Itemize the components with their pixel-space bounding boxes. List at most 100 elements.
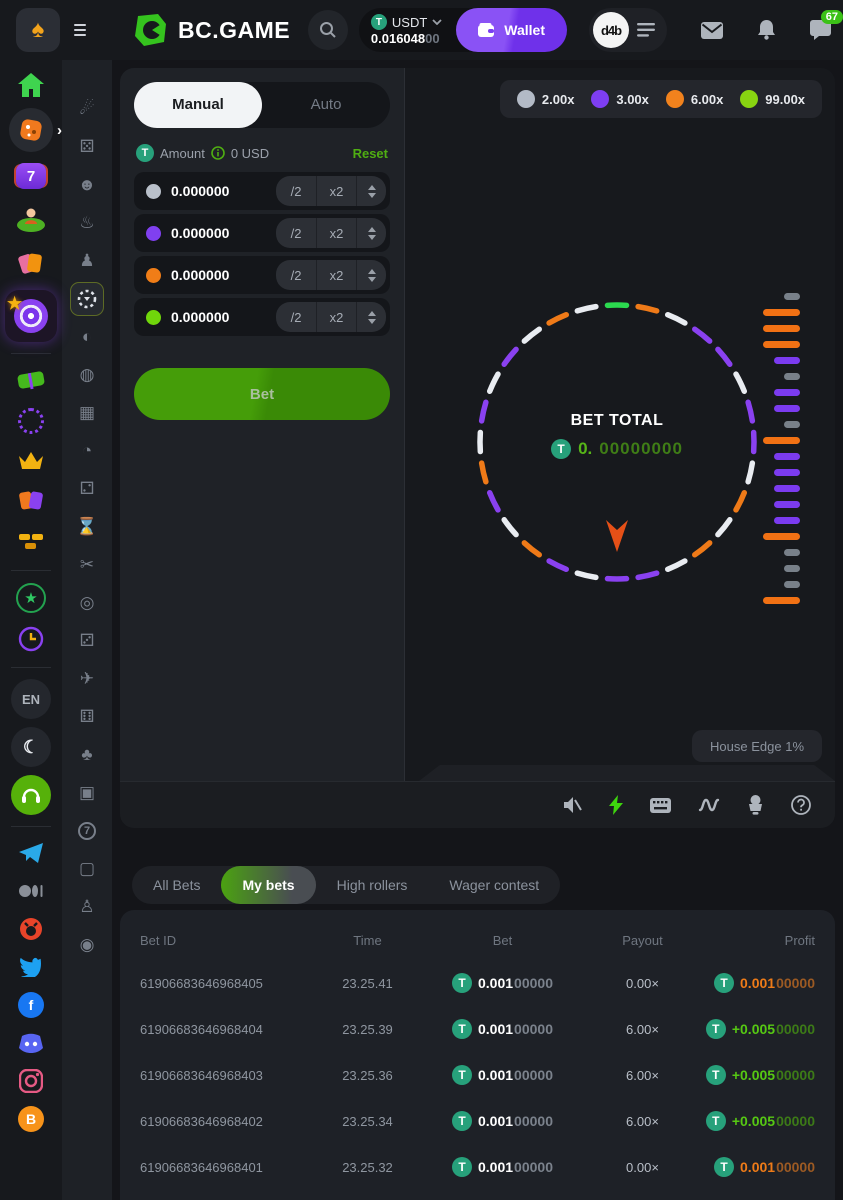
bets-tab-wager-contest[interactable]: Wager contest: [428, 866, 560, 904]
currency-selector[interactable]: T USDT 0.01604800: [359, 14, 456, 46]
sidebar-item-bitcointalk[interactable]: B: [0, 1100, 62, 1138]
game-item-monkey[interactable]: ☻: [62, 166, 112, 204]
search-button[interactable]: [308, 10, 348, 50]
half-bet-button[interactable]: /2: [276, 218, 316, 248]
double-bet-button[interactable]: x2: [316, 302, 356, 332]
step-up-icon[interactable]: [368, 227, 376, 232]
bonus-spade-button[interactable]: ♠: [16, 8, 60, 52]
bet-history-row[interactable]: 6190668364696840223.25.34T0.001000006.00…: [140, 1098, 815, 1144]
game-item-twist[interactable]: ◉: [62, 926, 112, 964]
double-bet-button[interactable]: x2: [316, 260, 356, 290]
double-bet-button[interactable]: x2: [316, 176, 356, 206]
live-stats-button[interactable]: [698, 797, 720, 813]
game-item-limbo[interactable]: ⌛: [62, 508, 112, 546]
bet-amount-input[interactable]: 0.000000: [171, 309, 229, 325]
game-item-plinko[interactable]: ♟: [62, 242, 112, 280]
tab-auto[interactable]: Auto: [262, 82, 390, 128]
half-bet-button[interactable]: /2: [276, 176, 316, 206]
sidebar-item-live-casino[interactable]: [0, 198, 62, 240]
game-item-fireball[interactable]: ♨: [62, 204, 112, 242]
bets-tab-all-bets[interactable]: All Bets: [132, 866, 221, 904]
bets-tab-my-bets[interactable]: My bets: [221, 866, 315, 904]
sidebar-item-language[interactable]: EN: [0, 675, 62, 723]
sidebar-item-promotions[interactable]: [0, 240, 62, 286]
wallet-button[interactable]: Wallet: [456, 8, 567, 52]
bets-tab-high-rollers[interactable]: High rollers: [316, 866, 429, 904]
step-down-icon[interactable]: [368, 193, 376, 198]
sidebar-item-discord[interactable]: [0, 1024, 62, 1062]
bet-amount-input[interactable]: 0.000000: [171, 225, 229, 241]
reset-button[interactable]: Reset: [353, 146, 388, 161]
hotkeys-button[interactable]: [650, 798, 671, 813]
sidebar-item-twitter[interactable]: [0, 948, 62, 986]
tournament-button[interactable]: [747, 795, 764, 815]
inbox-button[interactable]: [701, 22, 723, 39]
bcgame-logo[interactable]: BC.GAME: [132, 12, 290, 48]
bet-stepper[interactable]: [356, 260, 386, 290]
game-item-baccarat[interactable]: ◔: [62, 432, 112, 470]
game-item-hilo[interactable]: ✂: [62, 546, 112, 584]
game-item-wrestle[interactable]: ♙: [62, 888, 112, 926]
sidebar-item-medium[interactable]: [0, 872, 62, 910]
game-item-robot[interactable]: ▣: [62, 774, 112, 812]
game-item-wheel[interactable]: [62, 280, 112, 318]
bet-history-row[interactable]: 6190668364696840123.25.32T0.001000000.00…: [140, 1144, 815, 1190]
sound-toggle-button[interactable]: [562, 796, 582, 814]
game-item-roulette[interactable]: ◎: [62, 584, 112, 622]
bet-stepper[interactable]: [356, 176, 386, 206]
step-up-icon[interactable]: [368, 269, 376, 274]
game-item-video-poker[interactable]: ⚂: [62, 622, 112, 660]
turbo-toggle-button[interactable]: [609, 795, 623, 815]
sidebar-item-quests[interactable]: ★: [0, 578, 62, 618]
sidebar-item-slots[interactable]: 7: [0, 154, 62, 198]
bet-button[interactable]: Bet: [134, 368, 390, 420]
sidebar-item-cards[interactable]: [0, 481, 62, 521]
game-item-crash[interactable]: ☄: [62, 90, 112, 128]
sidebar-item-github[interactable]: [0, 910, 62, 948]
sidebar-item-spin[interactable]: [0, 401, 62, 441]
bet-history-row[interactable]: 6190668364696840323.25.36T0.001000006.00…: [140, 1052, 815, 1098]
bet-stepper[interactable]: [356, 218, 386, 248]
game-item-dice-duo[interactable]: ⚁: [62, 470, 112, 508]
bet-history-row[interactable]: 6190668364696840523.25.41T0.001000000.00…: [140, 960, 815, 1006]
sidebar-item-home[interactable]: [0, 64, 62, 106]
menu-toggle-button[interactable]: [74, 24, 86, 36]
step-up-icon[interactable]: [368, 185, 376, 190]
step-down-icon[interactable]: [368, 235, 376, 240]
game-item-keno[interactable]: ▦: [62, 394, 112, 432]
double-bet-button[interactable]: x2: [316, 218, 356, 248]
sidebar-item-support[interactable]: [0, 771, 62, 819]
game-item-rocket[interactable]: ✈: [62, 660, 112, 698]
sidebar-item-facebook[interactable]: f: [0, 986, 62, 1024]
game-item-blackjack[interactable]: ♣: [62, 736, 112, 774]
notifications-button[interactable]: [757, 20, 776, 40]
game-item-craps[interactable]: ⚅: [62, 698, 112, 736]
step-down-icon[interactable]: [368, 277, 376, 282]
account-menu[interactable]: d4b: [589, 8, 667, 52]
game-item-coinflip[interactable]: ◍: [62, 356, 112, 394]
tab-manual[interactable]: Manual: [134, 82, 262, 128]
sidebar-item-recent[interactable]: [0, 618, 62, 660]
help-button[interactable]: [791, 795, 811, 815]
bet-history-row[interactable]: 6190668364696840423.25.39T0.001000006.00…: [140, 1006, 815, 1052]
sidebar-item-instagram[interactable]: [0, 1062, 62, 1100]
game-item-frame[interactable]: ▢: [62, 850, 112, 888]
chat-button[interactable]: 67: [810, 20, 831, 40]
half-bet-button[interactable]: /2: [276, 302, 316, 332]
game-item-beans[interactable]: ◐: [62, 318, 112, 356]
half-bet-button[interactable]: /2: [276, 260, 316, 290]
bet-amount-input[interactable]: 0.000000: [171, 183, 229, 199]
game-item-classic-dice[interactable]: ⚄: [62, 128, 112, 166]
step-up-icon[interactable]: [368, 311, 376, 316]
sidebar-item-staking[interactable]: [0, 521, 62, 563]
sidebar-item-bc-originals[interactable]: ★: [0, 286, 62, 346]
bet-amount-input[interactable]: 0.000000: [171, 267, 229, 283]
sidebar-item-lottery[interactable]: [0, 361, 62, 401]
game-item-lucky-seven[interactable]: 7: [62, 812, 112, 850]
info-icon[interactable]: [211, 146, 225, 160]
sidebar-item-casino[interactable]: ›: [0, 106, 62, 154]
step-down-icon[interactable]: [368, 319, 376, 324]
sidebar-item-theme[interactable]: ☾: [0, 723, 62, 771]
sidebar-item-telegram[interactable]: [0, 834, 62, 872]
bet-stepper[interactable]: [356, 302, 386, 332]
